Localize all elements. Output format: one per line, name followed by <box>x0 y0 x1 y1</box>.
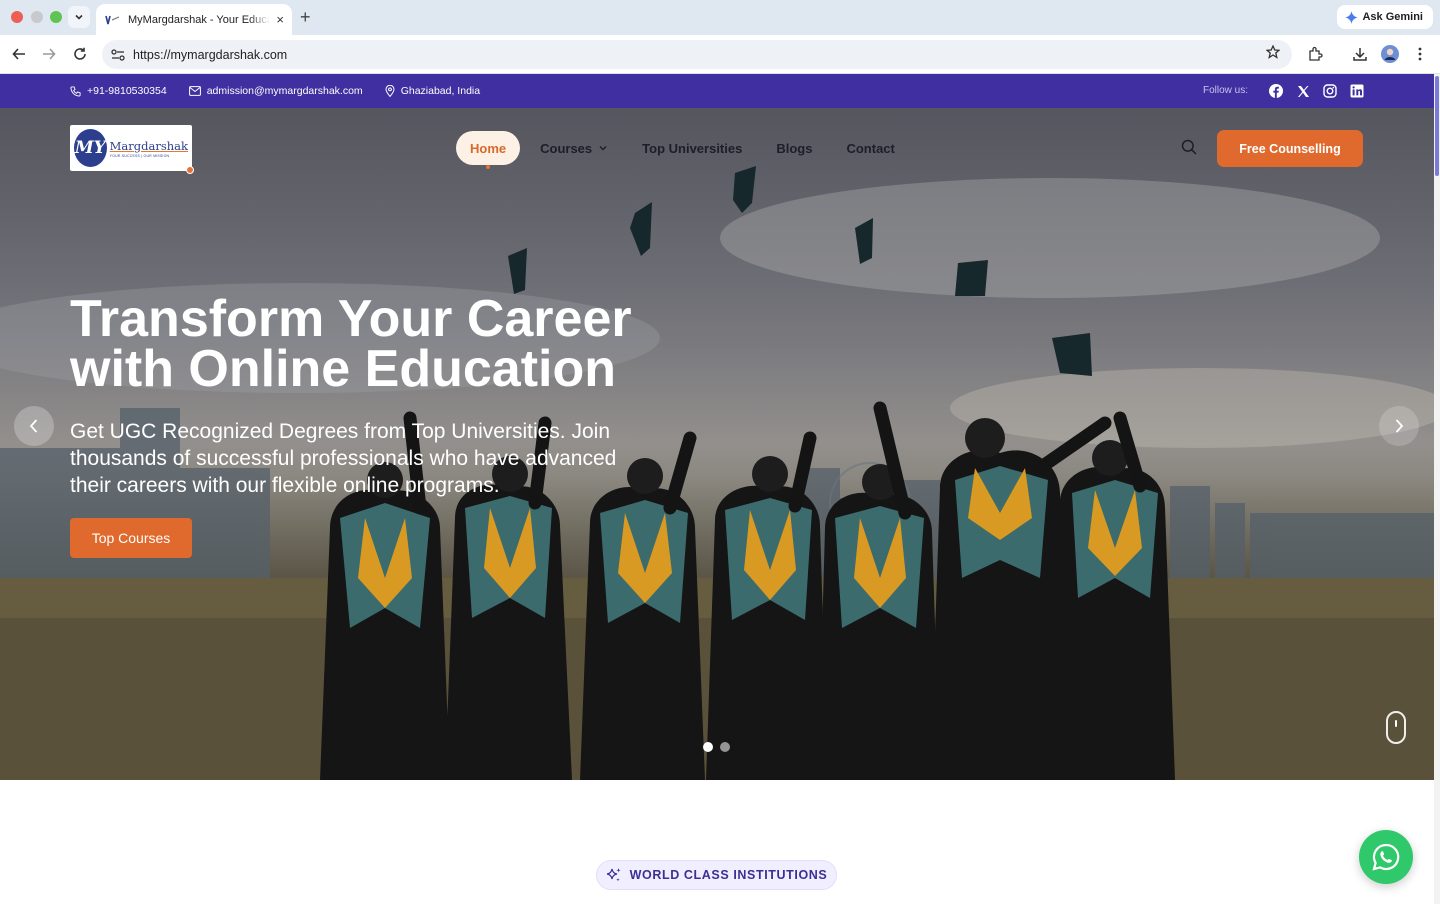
contact-info-bar: +91-9810530354 admission@mymargdarshak.c… <box>0 74 1434 108</box>
carousel-prev-button[interactable] <box>14 406 54 446</box>
reload-icon[interactable] <box>71 45 89 63</box>
page-scrollbar-track[interactable] <box>1434 74 1440 904</box>
section-badge: WORLD CLASS INSTITUTIONS <box>596 860 837 890</box>
chevron-down-icon <box>75 14 83 20</box>
logo-text-block: Margdarshak YOUR SUCCESS | OUR MISSION <box>110 139 188 158</box>
phone-icon <box>70 85 81 97</box>
logo-name: Margdarshak <box>109 138 188 153</box>
extensions-icon[interactable] <box>1306 45 1324 63</box>
url-text[interactable]: https://mymargdarshak.com <box>133 48 287 62</box>
hero-title: Transform Your Career with Online Educat… <box>70 290 632 398</box>
sparkles-icon <box>606 868 621 882</box>
window-zoom-button[interactable] <box>50 11 62 23</box>
carousel-dot-2[interactable] <box>720 742 730 752</box>
linkedin-icon[interactable] <box>1349 83 1365 99</box>
nav-item-courses-label: Courses <box>540 140 593 156</box>
ask-gemini-button[interactable]: Ask Gemini <box>1337 5 1433 29</box>
section-badge-label: WORLD CLASS INSTITUTIONS <box>629 868 828 882</box>
browser-toolbar: https://mymargdarshak.com <box>0 35 1440 74</box>
tab-close-icon[interactable]: × <box>276 12 284 27</box>
bookmark-star-icon[interactable] <box>1265 44 1281 64</box>
logo-status-dot <box>186 166 194 174</box>
back-arrow-icon[interactable] <box>10 45 28 63</box>
search-icon[interactable] <box>1181 139 1199 157</box>
gemini-sparkle-icon <box>1345 10 1359 24</box>
address-bar[interactable]: https://mymargdarshak.com <box>102 40 1292 69</box>
scroll-down-mouse-icon[interactable] <box>1386 711 1406 744</box>
tab-search-button[interactable] <box>68 6 90 28</box>
whatsapp-chat-button[interactable] <box>1359 830 1413 884</box>
tab-title: MyMargdarshak - Your Education Partner <box>128 13 270 26</box>
facebook-icon[interactable] <box>1268 83 1284 99</box>
mail-icon <box>188 86 201 96</box>
browser-tab-active[interactable]: MyMargdarshak - Your Education Partner × <box>96 4 292 35</box>
nav-item-home[interactable]: Home <box>456 131 521 169</box>
carousel-pagination <box>703 742 737 752</box>
window-close-button[interactable] <box>11 11 23 23</box>
x-twitter-icon[interactable] <box>1295 83 1311 99</box>
email-contact[interactable]: admission@mymargdarshak.com <box>188 85 363 97</box>
main-navigation: Home Courses Top Universities Blogs Cont… <box>456 131 929 169</box>
logo-tagline: YOUR SUCCESS | OUR MISSION <box>109 153 170 158</box>
hero-subtitle: Get UGC Recognized Degrees from Top Univ… <box>70 420 617 497</box>
top-courses-button[interactable]: Top Courses <box>70 518 192 558</box>
favicon-icon <box>104 13 120 27</box>
phone-contact[interactable]: +91-9810530354 <box>70 85 167 97</box>
location-pin-icon <box>385 85 395 97</box>
instagram-icon[interactable] <box>1322 83 1338 99</box>
follow-us-label: Follow us: <box>1202 85 1248 96</box>
carousel-next-button[interactable] <box>1379 406 1419 446</box>
hero-carousel: MY Margdarshak YOUR SUCCESS | OUR MISSIO… <box>0 108 1434 780</box>
location-text: Ghaziabad, India <box>400 85 481 97</box>
whatsapp-icon <box>1372 843 1400 871</box>
free-counselling-button[interactable]: Free Counselling <box>1217 130 1363 167</box>
new-tab-button[interactable]: + <box>300 7 311 28</box>
ask-gemini-label: Ask Gemini <box>1362 11 1423 23</box>
nav-item-courses[interactable]: Courses <box>540 141 608 156</box>
browser-menu-icon[interactable] <box>1411 45 1429 63</box>
site-logo[interactable]: MY Margdarshak YOUR SUCCESS | OUR MISSIO… <box>70 125 192 171</box>
chevron-down-icon <box>599 146 607 151</box>
location-info: Ghaziabad, India <box>385 85 480 97</box>
logo-mark: MY <box>74 129 107 167</box>
nav-item-contact[interactable]: Contact <box>846 141 894 156</box>
site-settings-icon[interactable] <box>110 47 126 63</box>
page-scrollbar-thumb[interactable] <box>1435 76 1439 176</box>
profile-avatar-icon[interactable] <box>1381 45 1399 63</box>
nav-item-top-universities[interactable]: Top Universities <box>642 141 742 156</box>
email-address: admission@mymargdarshak.com <box>206 85 363 97</box>
window-minimize-button[interactable] <box>31 11 43 23</box>
nav-item-blogs[interactable]: Blogs <box>776 141 812 156</box>
forward-arrow-icon[interactable] <box>40 45 58 63</box>
browser-tab-bar: MyMargdarshak - Your Education Partner ×… <box>0 0 1440 35</box>
phone-number: +91-9810530354 <box>87 85 167 97</box>
chevron-right-icon <box>1395 419 1404 433</box>
chevron-left-icon <box>29 419 38 433</box>
download-icon[interactable] <box>1351 45 1369 63</box>
carousel-dot-1[interactable] <box>703 742 713 752</box>
